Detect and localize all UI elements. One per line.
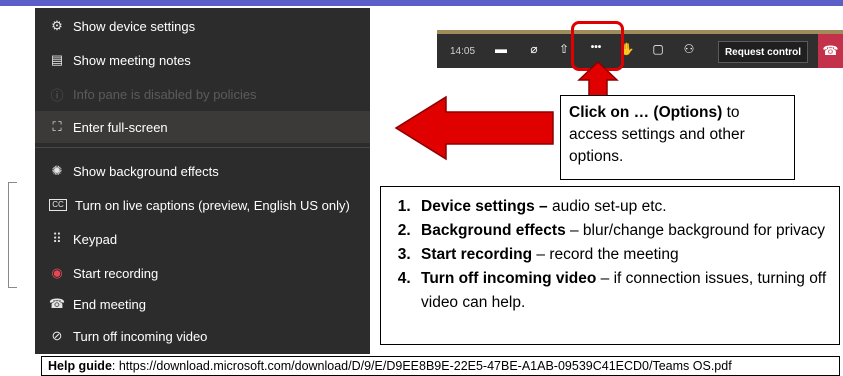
list-item-bold: Turn off incoming video xyxy=(421,270,597,287)
list-item: Turn off incoming video – if connection … xyxy=(415,267,829,315)
features-callout: Device settings – audio set-up etc. Back… xyxy=(380,186,840,345)
list-item: Device settings – audio set-up etc. xyxy=(415,195,829,219)
list-item-bold: Device settings – xyxy=(421,198,548,215)
list-item-text: – record the meeting xyxy=(532,246,679,263)
list-item: Start recording – record the meeting xyxy=(415,243,829,267)
help-guide: Help guide: https://download.microsoft.c… xyxy=(41,356,840,376)
list-item: Background effects – blur/change backgro… xyxy=(415,219,829,243)
options-callout: Click on … (Options) to access settings … xyxy=(560,95,795,180)
callout-bold: Click on … (Options) xyxy=(569,104,723,121)
help-label: Help guide xyxy=(48,359,112,373)
features-list: Device settings – audio set-up etc. Back… xyxy=(389,195,829,315)
list-item-bold: Start recording xyxy=(421,246,533,263)
list-item-text: audio set-up etc. xyxy=(547,198,667,215)
list-item-text: – blur/change background for privacy xyxy=(565,222,826,239)
help-url[interactable]: : https://download.microsoft.com/downloa… xyxy=(112,359,732,373)
left-arrow xyxy=(394,95,554,161)
list-item-bold: Background effects xyxy=(421,222,566,239)
